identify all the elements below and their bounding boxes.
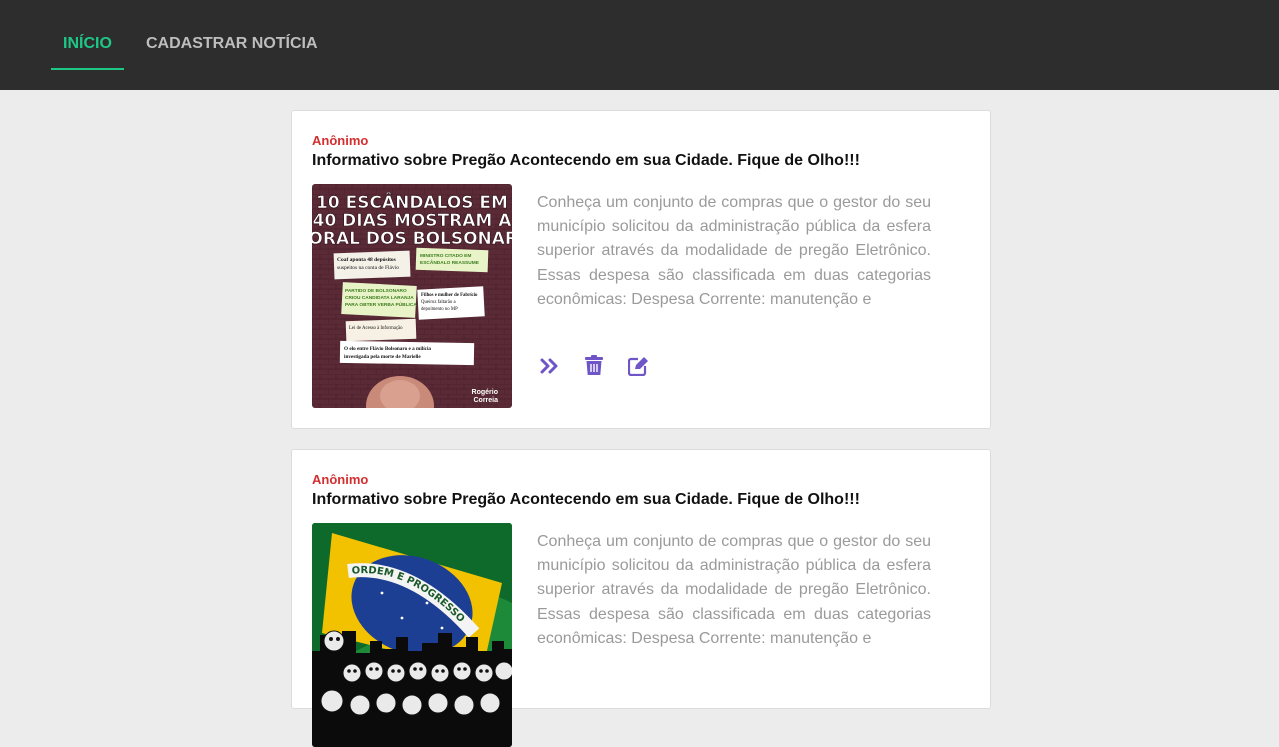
news-image-headline-1: 10 ESCÂNDALOS EM	[316, 191, 508, 213]
trash-icon	[584, 355, 603, 375]
news-image-snippet-6: O elo entre Flávio Bolsonaro e a milícia	[344, 346, 431, 352]
news-image-snippet-3: PARTIDO DE BOLSONARO	[345, 288, 407, 294]
active-tab-indicator	[51, 68, 124, 70]
news-image-credit-2: Correia	[473, 397, 498, 404]
news-image-snippet-1: Coaf aponta 48 depósitos	[337, 257, 396, 263]
news-author: Anônimo	[312, 133, 369, 148]
news-image: ORDEM E PROGRESSO	[312, 523, 512, 747]
news-image-snippet-4: Filhos e mulher de Fabrício	[421, 293, 478, 298]
edit-icon	[628, 356, 648, 376]
news-image-headline-2: 40 DIAS MOSTRAM A	[313, 211, 512, 231]
nav-register-news-tab[interactable]: CADASTRAR NOTÍCIA	[146, 0, 326, 90]
delete-news-button[interactable]	[582, 354, 605, 377]
news-description: Conheça um conjunto de compras que o ges…	[537, 194, 931, 308]
open-news-button[interactable]	[537, 354, 560, 377]
news-title[interactable]: Informativo sobre Pregão Acontecendo em …	[312, 491, 860, 509]
news-image-credit: Rogério	[472, 389, 498, 396]
news-image-snippet-5: Lei de Acesso à Informação	[349, 326, 403, 331]
nav-home-label: INÍCIO	[63, 35, 112, 52]
news-card: Anônimo Informativo sobre Pregão Acontec…	[291, 449, 991, 747]
news-title[interactable]: Informativo sobre Pregão Acontecendo em …	[312, 152, 860, 170]
news-image-headline-3: MORAL DOS BOLSONARO	[312, 229, 512, 249]
news-card: Anônimo Informativo sobre Pregão Acontec…	[291, 110, 991, 429]
news-image: 10 ESCÂNDALOS EM 40 DIAS MOSTRAM A MORAL…	[312, 184, 512, 408]
news-image-snippet-2b: ESCÂNDALO REASSUME	[420, 259, 480, 266]
news-image-snippet-4b: Queiroz faltarão a	[421, 300, 456, 305]
double-chevron-right-icon	[540, 358, 557, 373]
news-image-snippet-2: MINISTRO CITADO EM	[420, 253, 471, 259]
news-image-snippet-3c: PARA OBTER VERBA PÚBLICA	[345, 301, 417, 308]
news-image-snippet-4c: depoimento no MP	[421, 307, 458, 312]
nav-register-label: CADASTRAR NOTÍCIA	[146, 35, 318, 52]
news-author: Anônimo	[312, 472, 369, 487]
news-description: Conheça um conjunto de compras que o ges…	[537, 533, 931, 647]
edit-news-button[interactable]	[627, 354, 650, 377]
news-image-snippet-1b: suspeitos na conta de Flávio	[337, 265, 399, 271]
news-image-snippet-3b: CRIOU CANDIDATA LARANJA	[345, 295, 414, 301]
nav-home-tab[interactable]: INÍCIO	[51, 0, 124, 90]
top-navbar: INÍCIO CADASTRAR NOTÍCIA	[0, 0, 1279, 90]
news-image-snippet-6b: investigada pela morte de Marielle	[344, 354, 421, 360]
news-actions	[537, 354, 650, 377]
